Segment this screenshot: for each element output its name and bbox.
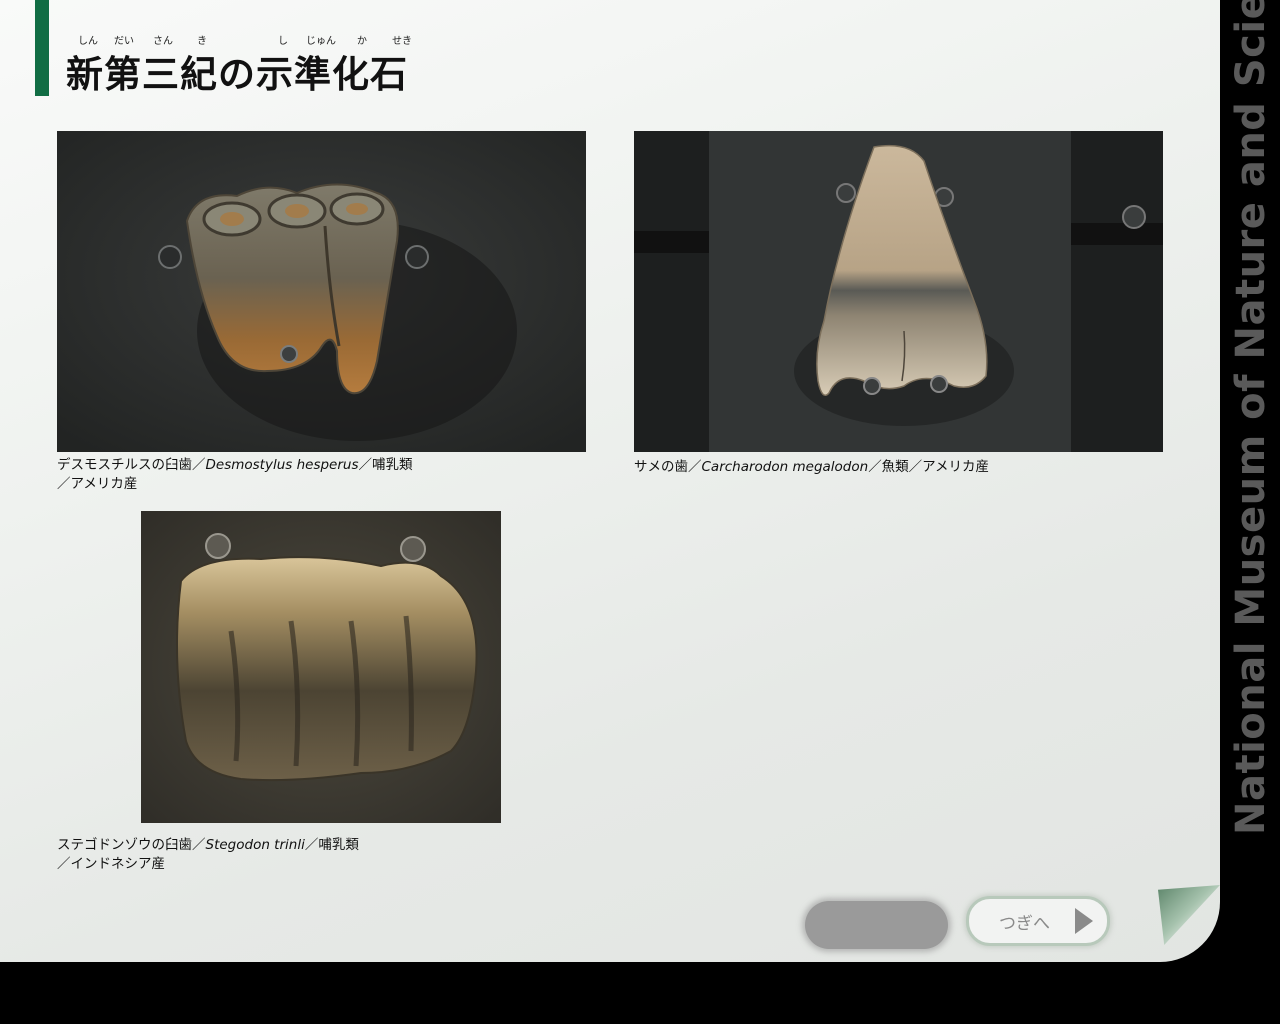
- caption-desmostylus-jp: デスモスチルスの臼歯／: [57, 457, 206, 473]
- caption-megalodon-jp: サメの歯／: [634, 459, 702, 475]
- title-accent-bar: [35, 0, 49, 96]
- next-button-label: つぎへ: [999, 914, 1050, 934]
- caption-stegodon: ステゴドンゾウの臼歯／Stegodon trinli／哺乳類 ／インドネシア産: [57, 836, 359, 874]
- page-panel: しん だい さん き し じゅん か せき 新第三紀の示準化石 デスモスチルスの…: [0, 0, 1220, 962]
- specimen-photo-desmostylus: [57, 131, 586, 452]
- play-arrow-icon: [1075, 908, 1093, 934]
- caption-stegodon-origin: ／インドネシア産: [57, 856, 165, 872]
- caption-desmostylus: デスモスチルスの臼歯／Desmostylus hesperus／哺乳類 ／アメリ…: [57, 456, 413, 494]
- prev-button-disabled: [805, 901, 948, 949]
- specimen-photo-megalodon: [634, 131, 1163, 452]
- caption-megalodon-scientific: Carcharodon megalodon: [701, 459, 869, 475]
- page-curl-decoration: [1158, 885, 1220, 945]
- caption-stegodon-scientific: Stegodon trinli: [205, 837, 305, 853]
- museum-side-label: National Museum of Nature and Science: [1228, 0, 1274, 835]
- caption-megalodon: サメの歯／Carcharodon megalodon／魚類／アメリカ産: [634, 458, 989, 477]
- caption-stegodon-jp: ステゴドンゾウの臼歯／: [57, 837, 206, 853]
- caption-stegodon-class: ／哺乳類: [304, 837, 359, 853]
- caption-desmostylus-scientific: Desmostylus hesperus: [205, 457, 359, 473]
- caption-desmostylus-origin: ／アメリカ産: [57, 476, 138, 492]
- next-button[interactable]: つぎへ: [966, 896, 1110, 946]
- specimen-photo-stegodon: [141, 511, 501, 823]
- caption-desmostylus-class: ／哺乳類: [358, 457, 413, 473]
- caption-megalodon-tail: ／魚類／アメリカ産: [868, 459, 990, 475]
- page-title: 新第三紀の示準化石: [66, 53, 408, 96]
